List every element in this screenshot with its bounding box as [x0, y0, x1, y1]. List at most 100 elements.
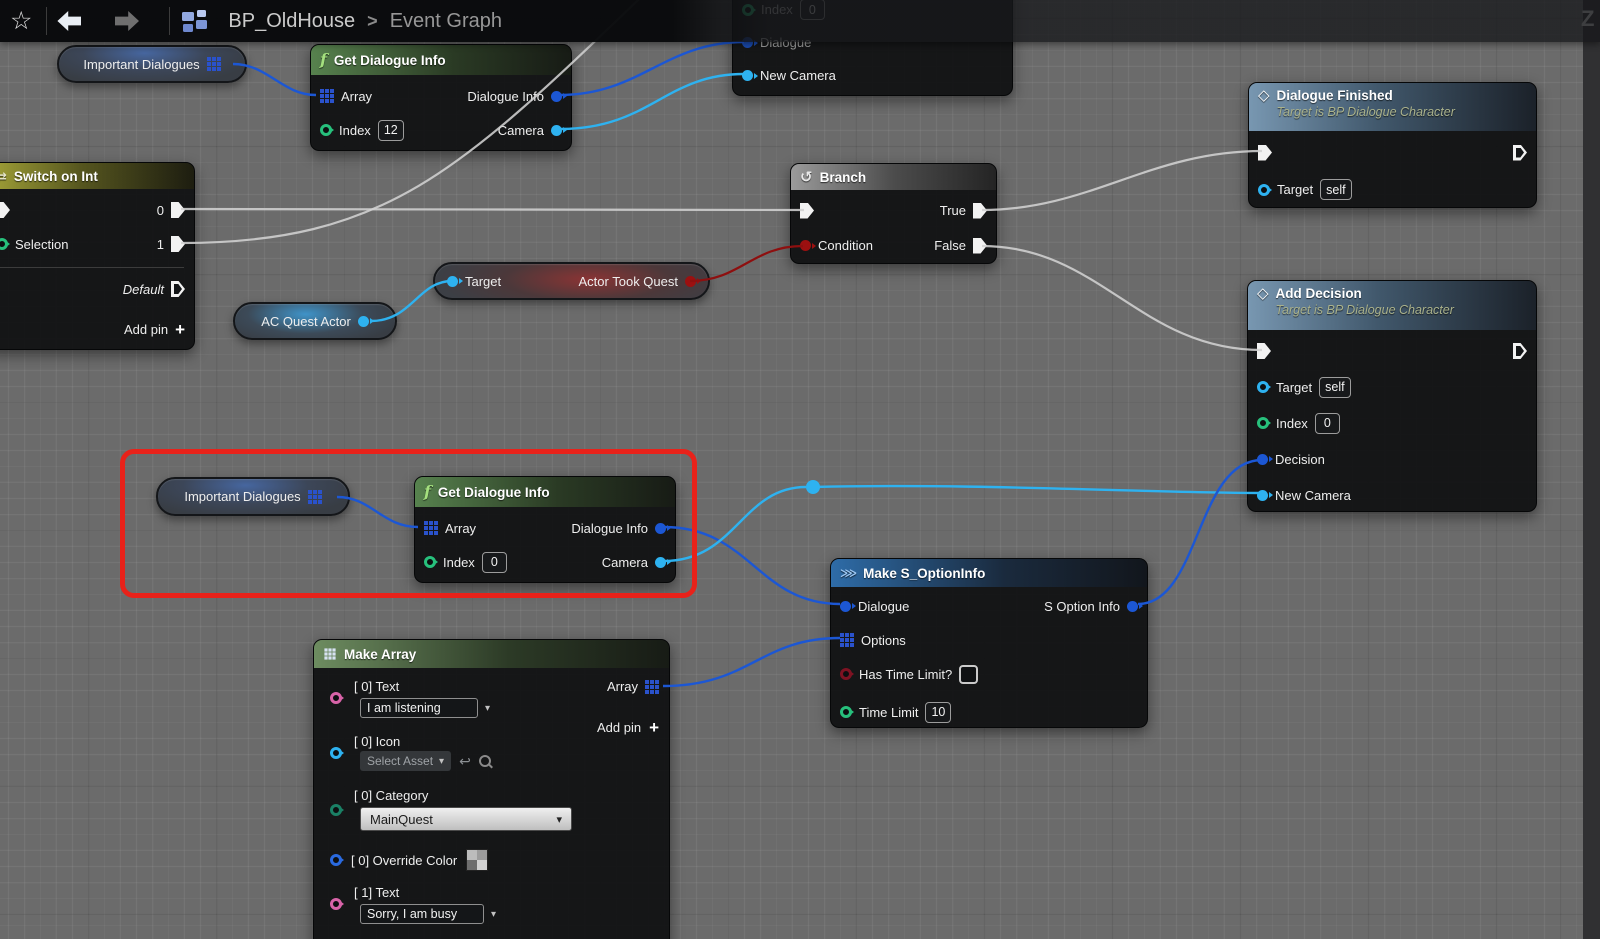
- array-output-pin[interactable]: [645, 679, 659, 694]
- node-title: Branch: [819, 169, 867, 185]
- target-value[interactable]: self: [1320, 179, 1352, 200]
- pin-label: [ 0] Override Color: [351, 852, 458, 868]
- favorite-star-icon[interactable]: ☆: [10, 8, 32, 34]
- dropdown-arrow-icon: ▾: [556, 813, 562, 826]
- text-0-dropdown-icon[interactable]: ▾: [485, 703, 490, 714]
- category-0-pin[interactable]: [330, 804, 342, 816]
- variable-node-important-dialogues-top[interactable]: Important Dialogues: [57, 45, 247, 83]
- target-pin[interactable]: [1258, 183, 1270, 196]
- case-0-exec-pin[interactable]: [171, 202, 185, 218]
- forward-button[interactable]: [115, 11, 139, 31]
- node-add-decision[interactable]: ◇ Add Decision Target is BP Dialogue Cha…: [1247, 280, 1537, 512]
- true-exec-pin[interactable]: [973, 202, 987, 219]
- node-divider: [0, 267, 184, 268]
- exec-in-pin[interactable]: [1258, 144, 1272, 161]
- pin-label: New Camera: [1275, 487, 1351, 503]
- node-make-array[interactable]: Make Array [ 0] Text I am listening ▾ Ar…: [313, 639, 670, 939]
- node-header: ↺ Branch: [791, 164, 996, 190]
- node-title: Switch on Int: [13, 168, 98, 184]
- index-value[interactable]: 12: [377, 119, 404, 141]
- actor-output-pin[interactable]: [357, 315, 369, 327]
- new-camera-pin[interactable]: [742, 70, 753, 81]
- has-time-limit-checkbox[interactable]: [959, 664, 979, 684]
- return-value-pin[interactable]: [685, 275, 696, 287]
- node-branch[interactable]: ↺ Branch True Condition False: [790, 163, 997, 264]
- target-value[interactable]: self: [1319, 376, 1351, 398]
- add-pin-button[interactable]: +: [175, 321, 185, 338]
- index-pin[interactable]: [320, 124, 332, 136]
- pin-label: [ 0] Text: [354, 679, 400, 694]
- breadcrumb-asset[interactable]: BP_OldHouse: [228, 10, 355, 33]
- use-selected-asset-icon[interactable]: ↩: [459, 754, 471, 768]
- dialogue-pin[interactable]: [840, 600, 851, 612]
- node-title: Make S_OptionInfo: [863, 565, 986, 581]
- function-icon: f: [320, 50, 327, 69]
- text-1-pin[interactable]: [330, 898, 342, 910]
- condition-pin[interactable]: [800, 240, 811, 251]
- toolbar-separator: [169, 7, 171, 35]
- index-pin[interactable]: [1257, 417, 1269, 429]
- icon-0-asset-picker[interactable]: Select Asset ▾: [360, 751, 452, 771]
- target-pin[interactable]: [447, 275, 458, 287]
- target-pin[interactable]: [1257, 381, 1269, 393]
- text-0-input[interactable]: I am listening: [360, 698, 478, 718]
- exec-out-pin[interactable]: [1513, 144, 1527, 161]
- override-color-0-swatch[interactable]: [466, 849, 489, 871]
- case-1-exec-pin[interactable]: [171, 236, 185, 252]
- event-dispatcher-icon: ◇: [1257, 285, 1269, 302]
- false-exec-pin[interactable]: [973, 237, 987, 254]
- time-limit-pin[interactable]: [840, 706, 852, 718]
- time-limit-value[interactable]: 10: [925, 701, 952, 723]
- pin-label: Target: [1277, 182, 1314, 197]
- node-dialogue-finished[interactable]: ◇ Dialogue Finished Target is BP Dialogu…: [1248, 82, 1537, 208]
- text-1-dropdown-icon[interactable]: ▾: [491, 909, 496, 920]
- pin-label: Selection: [15, 236, 69, 252]
- selection-pin[interactable]: [0, 238, 8, 250]
- camera-pin[interactable]: [551, 124, 562, 136]
- add-pin-button[interactable]: +: [649, 719, 659, 736]
- pin-label: Array: [606, 679, 638, 694]
- dialogue-info-pin[interactable]: [551, 90, 562, 102]
- options-array-pin[interactable]: [840, 633, 854, 647]
- pin-label: Index: [339, 122, 371, 138]
- index-value[interactable]: 0: [1314, 412, 1340, 434]
- node-make-s-optioninfo[interactable]: ⋙ Make S_OptionInfo Dialogue S Option In…: [830, 558, 1148, 728]
- exec-in-pin[interactable]: [0, 202, 10, 218]
- exec-out-pin[interactable]: [1513, 343, 1527, 359]
- add-pin-label: Add pin: [123, 321, 169, 337]
- text-0-pin[interactable]: [330, 692, 342, 704]
- text-1-input[interactable]: Sorry, I am busy: [360, 904, 484, 924]
- wire-true-to-dialogue-finished: [981, 149, 1263, 212]
- decision-pin[interactable]: [1257, 453, 1268, 465]
- exec-in-pin[interactable]: [1257, 343, 1271, 359]
- pin-label: S Option Info: [1044, 598, 1120, 614]
- array-pin[interactable]: [320, 89, 334, 103]
- node-get-dialogue-info-top[interactable]: f Get Dialogue Info Array Dialogue Info …: [310, 44, 572, 151]
- back-button[interactable]: [57, 11, 82, 31]
- variable-label: AC Quest Actor: [261, 313, 351, 329]
- breadcrumb-graph[interactable]: Event Graph: [390, 10, 502, 33]
- browse-asset-icon[interactable]: [478, 755, 491, 767]
- pin-label: 1: [156, 236, 164, 252]
- node-switch-on-int[interactable]: ⇄ Switch on Int 0 Selection 1 Default Ad…: [0, 162, 195, 350]
- s-option-info-pin[interactable]: [1127, 600, 1138, 612]
- pin-label: New Camera: [760, 68, 836, 83]
- category-0-dropdown[interactable]: MainQuest ▾: [360, 807, 572, 831]
- annotation-highlight-box: [120, 449, 697, 598]
- variable-node-ac-quest-actor[interactable]: AC Quest Actor: [233, 302, 397, 340]
- new-camera-pin[interactable]: [1257, 489, 1268, 501]
- node-actor-took-quest[interactable]: Target Actor Took Quest: [433, 262, 710, 300]
- exec-in-pin[interactable]: [800, 202, 814, 219]
- node-header: Make Array: [314, 640, 669, 668]
- pin-label: Has Time Limit?: [859, 666, 953, 682]
- node-header: ⇄ Switch on Int: [0, 163, 194, 189]
- override-color-0-pin[interactable]: [330, 854, 342, 866]
- array-output-pin[interactable]: [206, 57, 221, 71]
- default-exec-pin[interactable]: [171, 281, 185, 297]
- wire-switch0-to-branch: [180, 207, 805, 212]
- wire-s-option-info-to-decision: [1137, 458, 1263, 606]
- has-time-limit-pin[interactable]: [840, 668, 852, 680]
- reroute-node[interactable]: [806, 480, 820, 494]
- branch-icon: ↺: [800, 168, 813, 186]
- icon-0-pin[interactable]: [330, 747, 342, 759]
